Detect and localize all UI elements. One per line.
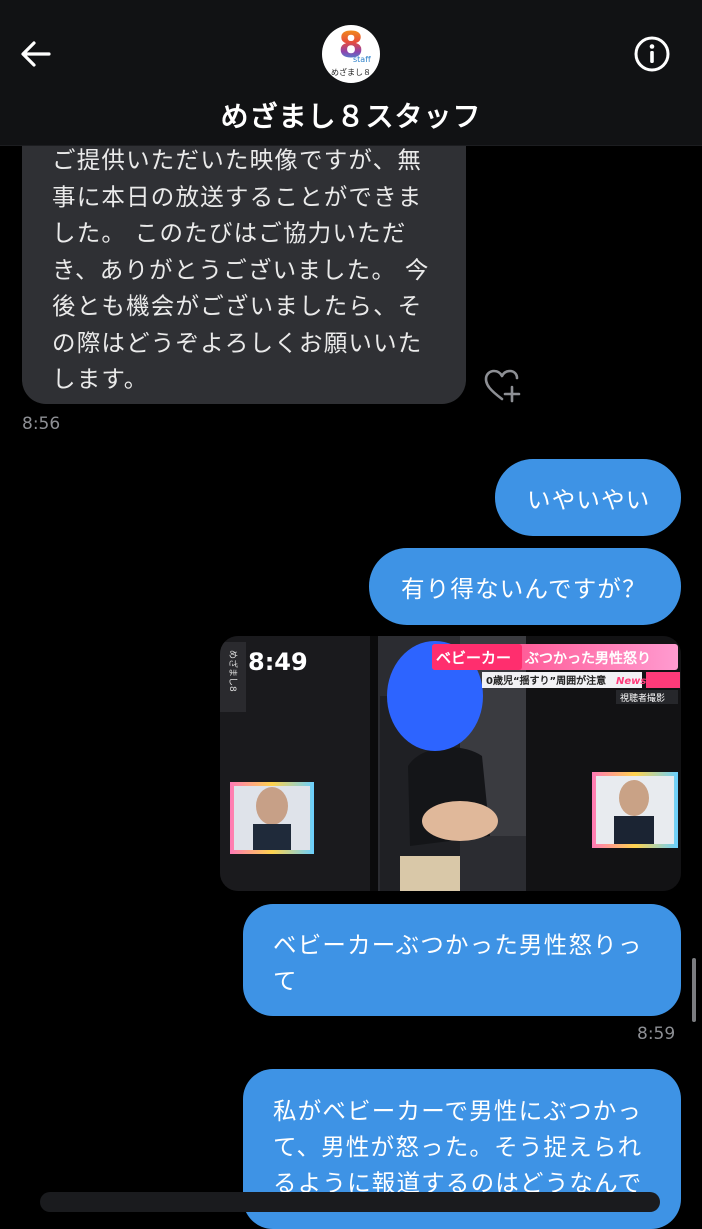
avatar-subtitle: めざまし８ xyxy=(331,68,371,77)
logo-text: めざまし8 xyxy=(227,650,239,692)
image-message[interactable]: ベビーカー ぶつかった男性怒り 0歳児“揺すり”周囲が注意 NewsTag 視聴… xyxy=(220,636,681,891)
heart-plus-icon xyxy=(484,369,521,403)
page-title: めざまし８スタッフ xyxy=(220,100,482,133)
message-composer[interactable] xyxy=(40,1192,660,1212)
clock-text: 8:49 xyxy=(248,648,308,676)
outgoing-message-bubble[interactable]: いやいやい xyxy=(495,459,681,536)
back-arrow-icon xyxy=(21,41,51,67)
tv-screenshot-image: ベビーカー ぶつかった男性怒り 0歳児“揺すり”周囲が注意 NewsTag 視聴… xyxy=(220,636,681,891)
banner-right-text: ぶつかった男性怒り xyxy=(524,650,651,667)
scrollbar[interactable] xyxy=(692,958,696,1022)
avatar-numeral: 8 xyxy=(322,27,380,65)
message-timestamp: 8:59 xyxy=(637,1024,676,1044)
caption-text: 0歳児“揺すり”周囲が注意 xyxy=(486,674,606,687)
outgoing-message-bubble[interactable]: ベビーカーぶつかった男性怒りって xyxy=(243,904,681,1016)
avatar-staff-text: staff xyxy=(353,55,371,64)
brand-text: NewsTag xyxy=(616,676,666,687)
info-button[interactable] xyxy=(632,34,672,74)
banner-left-text: ベビーカー xyxy=(436,649,511,667)
info-icon xyxy=(634,36,670,72)
chat-header: 8 staff めざまし８ めざまし８スタッフ xyxy=(0,0,702,146)
back-button[interactable] xyxy=(16,34,56,74)
incoming-message-bubble[interactable]: ご提供いただいた映像ですが、無事に本日の放送することができました。 このたびはご… xyxy=(22,110,466,404)
like-button[interactable] xyxy=(484,368,521,403)
source-label: 視聴者撮影 xyxy=(620,692,665,704)
avatar[interactable]: 8 staff めざまし８ xyxy=(322,25,380,83)
outgoing-message-bubble[interactable]: 有り得ないんですが？ xyxy=(369,548,681,625)
message-timestamp: 8:56 xyxy=(22,414,61,434)
